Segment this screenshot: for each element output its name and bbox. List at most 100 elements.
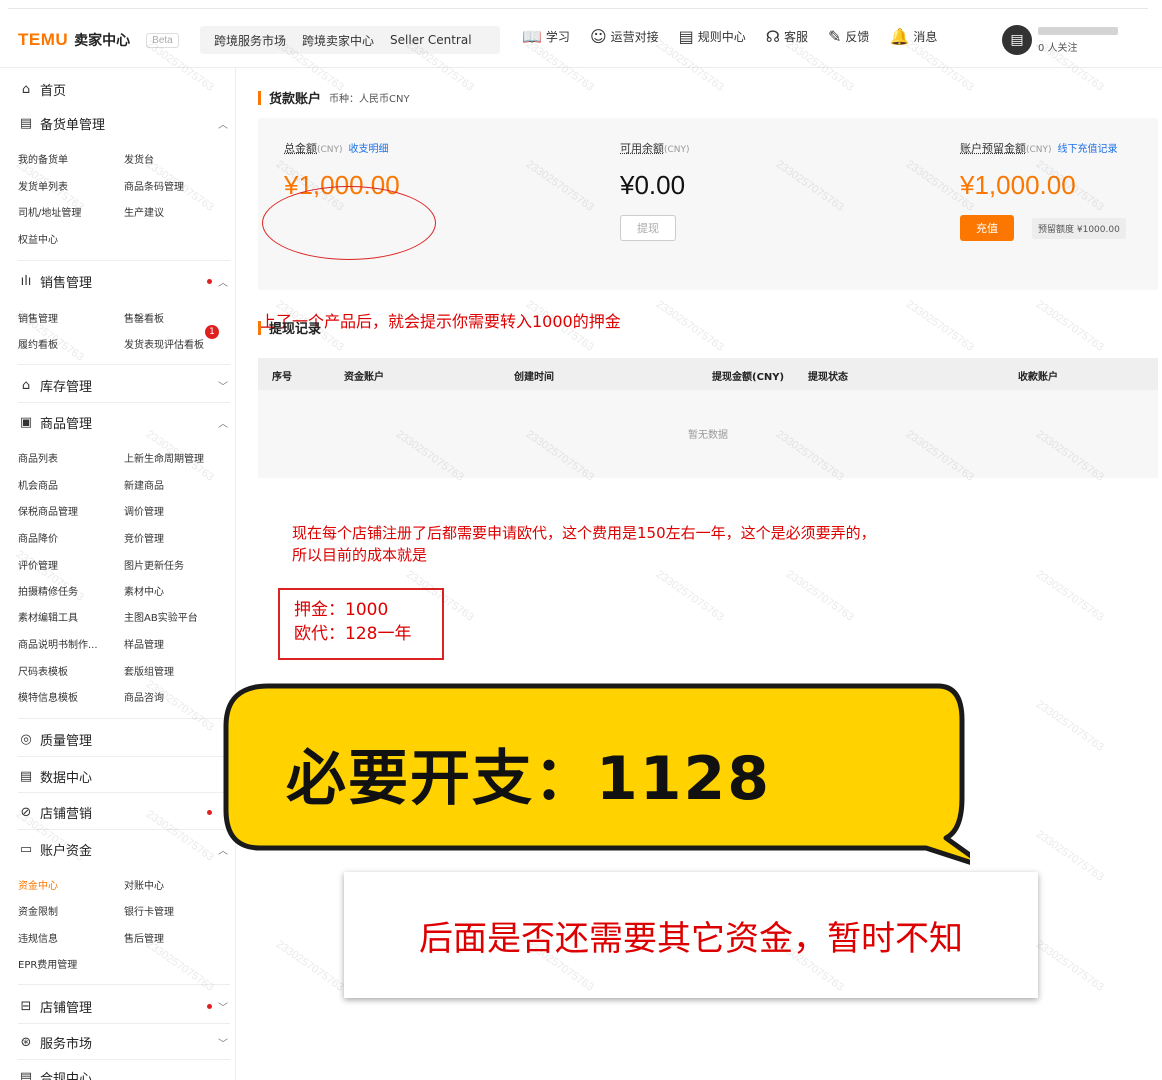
menu-learn-label: 学习 bbox=[545, 30, 570, 44]
watermark: 2330257075763 bbox=[653, 298, 726, 354]
sidebar-item[interactable]: 拍摄精修任务 bbox=[18, 583, 78, 598]
sidebar-item[interactable]: 上新生命周期管理 bbox=[124, 450, 204, 465]
sidebar-item[interactable]: 司机/地址管理 bbox=[18, 204, 81, 219]
sidebar-item[interactable]: 商品说明书制作... bbox=[18, 636, 98, 651]
sidebar-item[interactable]: 销售管理 bbox=[18, 310, 58, 325]
sidebar-item[interactable]: 素材中心 bbox=[124, 583, 164, 598]
sidebar-item[interactable]: 素材编辑工具 bbox=[18, 609, 78, 624]
note-line: 所以目前的成本就是 bbox=[292, 546, 428, 564]
bell-icon: 🔔 bbox=[889, 26, 910, 46]
recharge-button[interactable]: 充值 bbox=[960, 215, 1014, 241]
menu-rules[interactable]: ▤ 规则中心 bbox=[679, 28, 746, 45]
sidebar-section-store[interactable]: ⊟ 店铺管理 ﹀ bbox=[18, 997, 230, 1016]
divider bbox=[18, 402, 230, 403]
menu-messages[interactable]: 🔔 消息 bbox=[889, 28, 937, 45]
sidebar-section-funds[interactable]: ▭ 账户资金 ︿ bbox=[18, 840, 230, 859]
sidebar-item[interactable]: 图片更新任务 bbox=[124, 557, 184, 572]
watermark: 2330257075763 bbox=[653, 568, 726, 624]
sidebar-item[interactable]: 发货单列表 bbox=[18, 178, 68, 193]
sidebar-item[interactable]: 套版组管理 bbox=[124, 663, 174, 678]
sidebar-item[interactable]: 竞价管理 bbox=[124, 530, 164, 545]
menu-messages-label: 消息 bbox=[913, 30, 938, 44]
sidebar-item[interactable]: 权益中心 bbox=[18, 231, 58, 246]
menu-learn[interactable]: 📖 学习 bbox=[522, 28, 570, 45]
total-label: 总金额 bbox=[284, 142, 317, 155]
sidebar-item[interactable]: 保税商品管理 bbox=[18, 503, 78, 518]
sidebar-item[interactable]: 售后管理 bbox=[124, 930, 164, 945]
sidebar-item[interactable]: 样品管理 bbox=[124, 636, 164, 651]
sidebar-item[interactable]: 银行卡管理 bbox=[124, 903, 174, 918]
product-icon: ▣ bbox=[19, 415, 33, 430]
sidebar-item[interactable]: 评价管理 bbox=[18, 557, 58, 572]
sidebar-item[interactable]: 售罄看板 bbox=[124, 310, 164, 325]
sidebar-home-label: 首页 bbox=[40, 84, 67, 99]
menu-operations[interactable]: ☺ 运营对接 bbox=[590, 28, 659, 45]
title-accent bbox=[258, 320, 261, 335]
sidebar-section-services[interactable]: ⊛ 服务市场 ﹀ bbox=[18, 1033, 230, 1052]
cross-border-nav: 跨境服务市场 跨境卖家中心 Seller Central bbox=[200, 26, 500, 54]
warehouse-icon: ⌂ bbox=[21, 378, 31, 393]
watermark: 2330257075763 bbox=[1033, 298, 1106, 354]
sidebar-item[interactable]: 履约看板 bbox=[18, 336, 58, 351]
nav-link-service-market[interactable]: 跨境服务市场 bbox=[214, 32, 286, 49]
unknown-note-text: 后面是否还需要其它资金，暂时不知 bbox=[419, 918, 963, 959]
divider bbox=[18, 984, 230, 985]
chevron-down-icon: ﹀ bbox=[218, 382, 228, 393]
menu-support[interactable]: ☊ 客服 bbox=[766, 28, 808, 45]
nav-link-seller-center[interactable]: 跨境卖家中心 bbox=[302, 32, 374, 49]
sidebar-item[interactable]: 生产建议 bbox=[124, 204, 164, 219]
watermark: 2330257075763 bbox=[273, 938, 346, 994]
column-header: 序号 bbox=[272, 372, 292, 383]
account-menu[interactable]: ▤ 0 人关注 bbox=[1002, 25, 1118, 55]
sidebar-item[interactable]: 发货台 bbox=[124, 151, 154, 166]
sidebar-home[interactable]: ⌂ 首页 bbox=[18, 80, 230, 99]
sidebar-item[interactable]: EPR费用管理 bbox=[18, 956, 77, 971]
chevron-down-icon: ﹀ bbox=[218, 1003, 228, 1014]
sidebar-item[interactable]: 机会商品 bbox=[18, 477, 58, 492]
sidebar-section-inventory[interactable]: ⌂ 库存管理 ﹀ bbox=[18, 376, 230, 395]
income-detail-link[interactable]: 收支明细 bbox=[349, 144, 389, 155]
sidebar-item[interactable]: 尺码表模板 bbox=[18, 663, 68, 678]
account-card: 总金额(CNY) 收支明细 ¥1,000.00 可用余额(CNY) ¥0.00 提… bbox=[258, 118, 1158, 331]
sidebar-item[interactable]: 商品条码管理 bbox=[124, 178, 184, 193]
withdraw-button[interactable]: 提现 bbox=[620, 215, 676, 241]
sidebar-section-marketing[interactable]: ⊘ 店铺营销 bbox=[18, 803, 230, 822]
brand[interactable]: TEMU 卖家中心 Beta bbox=[18, 30, 179, 50]
sidebar-item[interactable]: 对账中心 bbox=[124, 877, 164, 892]
sidebar-section-data[interactable]: ▤ 数据中心 bbox=[18, 767, 230, 786]
sidebar-item[interactable]: 模特信息模板 bbox=[18, 689, 78, 704]
empty-state: 暂无数据 bbox=[688, 430, 728, 441]
sidebar-item[interactable]: 新建商品 bbox=[124, 477, 164, 492]
sidebar-section-products[interactable]: ▣ 商品管理 ︿ bbox=[18, 413, 230, 432]
offline-recharge-link[interactable]: 线下充值记录 bbox=[1058, 144, 1118, 155]
sidebar-section-compliance[interactable]: ▤ 合规中心 bbox=[18, 1068, 230, 1080]
store-avatar: ▤ bbox=[1002, 25, 1032, 55]
menu-feedback[interactable]: ✎ 反馈 bbox=[828, 28, 869, 45]
annotation-circle bbox=[262, 186, 436, 260]
sidebar-item[interactable]: 商品降价 bbox=[18, 530, 58, 545]
document-icon: ▤ bbox=[678, 26, 694, 46]
nav-link-seller-central[interactable]: Seller Central bbox=[390, 33, 472, 47]
sidebar-item[interactable]: 资金限制 bbox=[18, 903, 58, 918]
sidebar-item[interactable]: 调价管理 bbox=[124, 503, 164, 518]
book-icon: 📖 bbox=[522, 26, 542, 46]
sidebar-item[interactable]: 商品列表 bbox=[18, 450, 58, 465]
sidebar-item[interactable]: 发货表现评估看板 bbox=[124, 336, 204, 351]
annotation-eu-rep-note: 现在每个店铺注册了后都需要申请欧代，这个费用是150左右一年，这个是必须要弄的，… bbox=[292, 522, 876, 566]
sidebar-item[interactable]: 违规信息 bbox=[18, 930, 58, 945]
sidebar-section-orders[interactable]: ▤ 备货单管理 ︿ bbox=[18, 114, 230, 133]
sidebar-item-active[interactable]: 资金中心 bbox=[18, 877, 58, 892]
sidebar-item[interactable]: 商品咨询 bbox=[124, 689, 164, 704]
sidebar-section-quality[interactable]: ◎ 质量管理 bbox=[18, 730, 230, 749]
sidebar-item[interactable]: 我的备货单 bbox=[18, 151, 68, 166]
sidebar-section-label: 合规中心 bbox=[40, 1072, 93, 1080]
cost-eu-rep: 欧代：128一年 bbox=[294, 624, 412, 644]
menu-operations-label: 运营对接 bbox=[610, 30, 659, 44]
sidebar-item[interactable]: 主图AB实验平台 bbox=[124, 609, 198, 624]
total-label-row: 总金额(CNY) 收支明细 bbox=[284, 140, 400, 156]
column-header: 创建时间 bbox=[514, 372, 554, 383]
sidebar-section-label: 备货单管理 bbox=[40, 118, 106, 133]
sidebar-section-sales[interactable]: ılı 销售管理 ︿ bbox=[18, 272, 230, 291]
withdraw-section-title: 提现记录 bbox=[258, 318, 321, 337]
total-unit: (CNY) bbox=[317, 145, 343, 155]
